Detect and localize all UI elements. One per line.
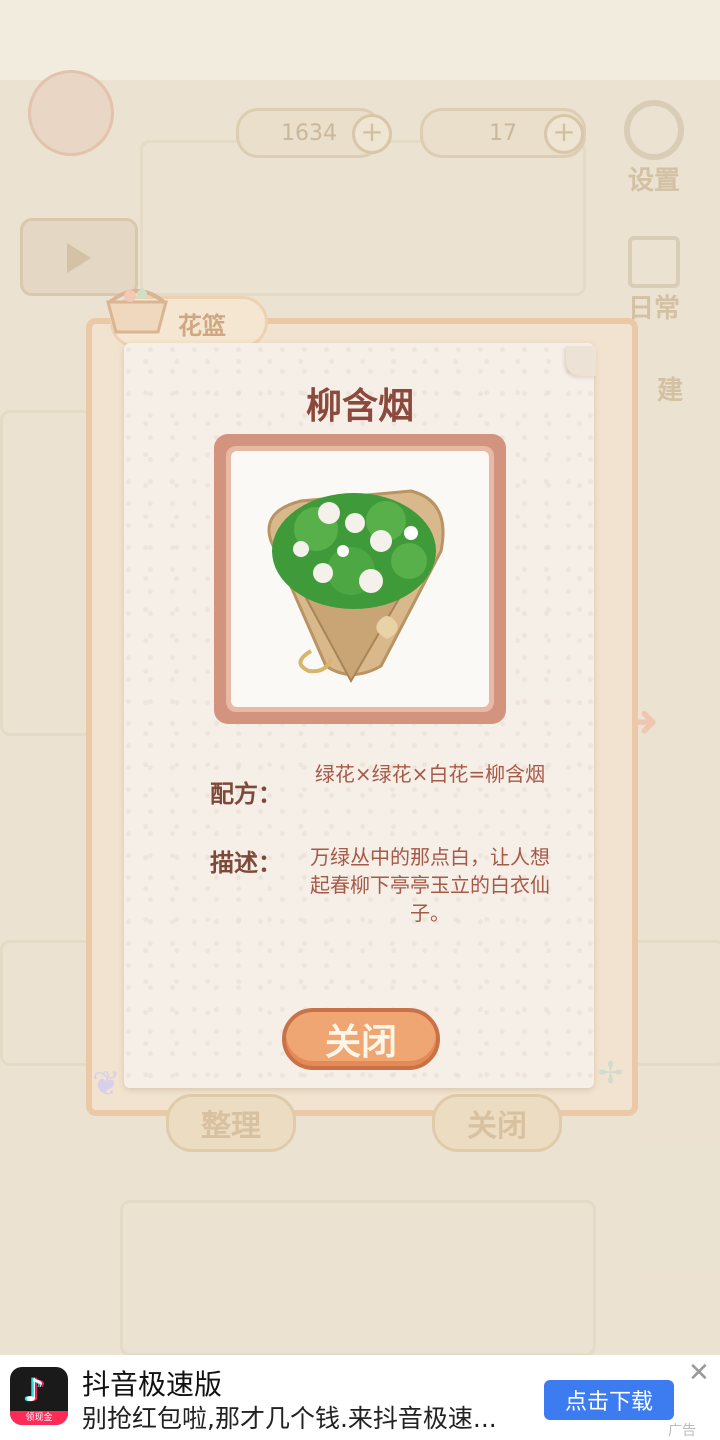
organize-button[interactable]: 整理 — [166, 1094, 296, 1152]
close-button[interactable]: 关闭 — [282, 1008, 440, 1070]
ad-tag: 广告 — [668, 1423, 696, 1439]
daily-button[interactable]: 日常 — [612, 236, 696, 325]
basket-icon — [104, 272, 170, 336]
basket-label: 花篮 — [178, 312, 226, 340]
organize-label: 整理 — [201, 1109, 261, 1144]
app-icon[interactable]: ♪ 领现金 — [10, 1367, 68, 1425]
calendar-icon — [628, 236, 680, 288]
basket-close-button[interactable]: 关闭 — [432, 1094, 562, 1152]
basket-close-label: 关闭 — [467, 1109, 527, 1144]
download-button[interactable]: 点击下载 — [544, 1380, 674, 1420]
cake-count: 17 — [489, 120, 517, 146]
ad-app-name: 抖音极速版 — [82, 1368, 223, 1401]
status-bar — [0, 0, 720, 80]
ad-subtitle: 别抢红包啦,那才几个钱.来抖音极速... — [82, 1404, 497, 1433]
bouquet-image — [231, 451, 489, 707]
ad-close-icon[interactable]: ✕ — [688, 1358, 710, 1388]
description-value: 万绿丛中的那点白，让人想起春柳下亭亭玉立的白衣仙子。 — [310, 845, 550, 925]
recipe-label: 配方： — [210, 780, 282, 808]
settings-button[interactable]: 设置 — [612, 100, 696, 197]
bouquet-frame — [214, 434, 506, 724]
card-corner-fold — [566, 346, 596, 376]
ad-banner[interactable]: ♪ 领现金 抖音极速版 别抢红包啦,那才几个钱.来抖音极速... 点击下载 — [0, 1355, 720, 1440]
flower-title: 柳含烟 — [305, 386, 414, 427]
cash-badge: 领现金 — [10, 1411, 68, 1425]
gear-icon — [624, 100, 684, 160]
avatar[interactable] — [28, 70, 114, 156]
add-fish-button[interactable]: + — [352, 114, 392, 154]
music-note-icon: ♪ — [24, 1371, 45, 1409]
dragonfly-icon: ✢ — [598, 1056, 624, 1091]
play-icon — [67, 243, 91, 273]
close-button-label: 关闭 — [324, 1022, 397, 1063]
butterfly-icon: ❦ — [92, 1064, 121, 1104]
description-label: 描述： — [210, 849, 282, 877]
add-cake-button[interactable]: + — [544, 114, 584, 154]
settings-label: 设置 — [627, 166, 680, 196]
recipe-value: 绿花×绿花×白花=柳含烟 — [314, 762, 546, 786]
fish-count: 1634 — [281, 120, 337, 146]
